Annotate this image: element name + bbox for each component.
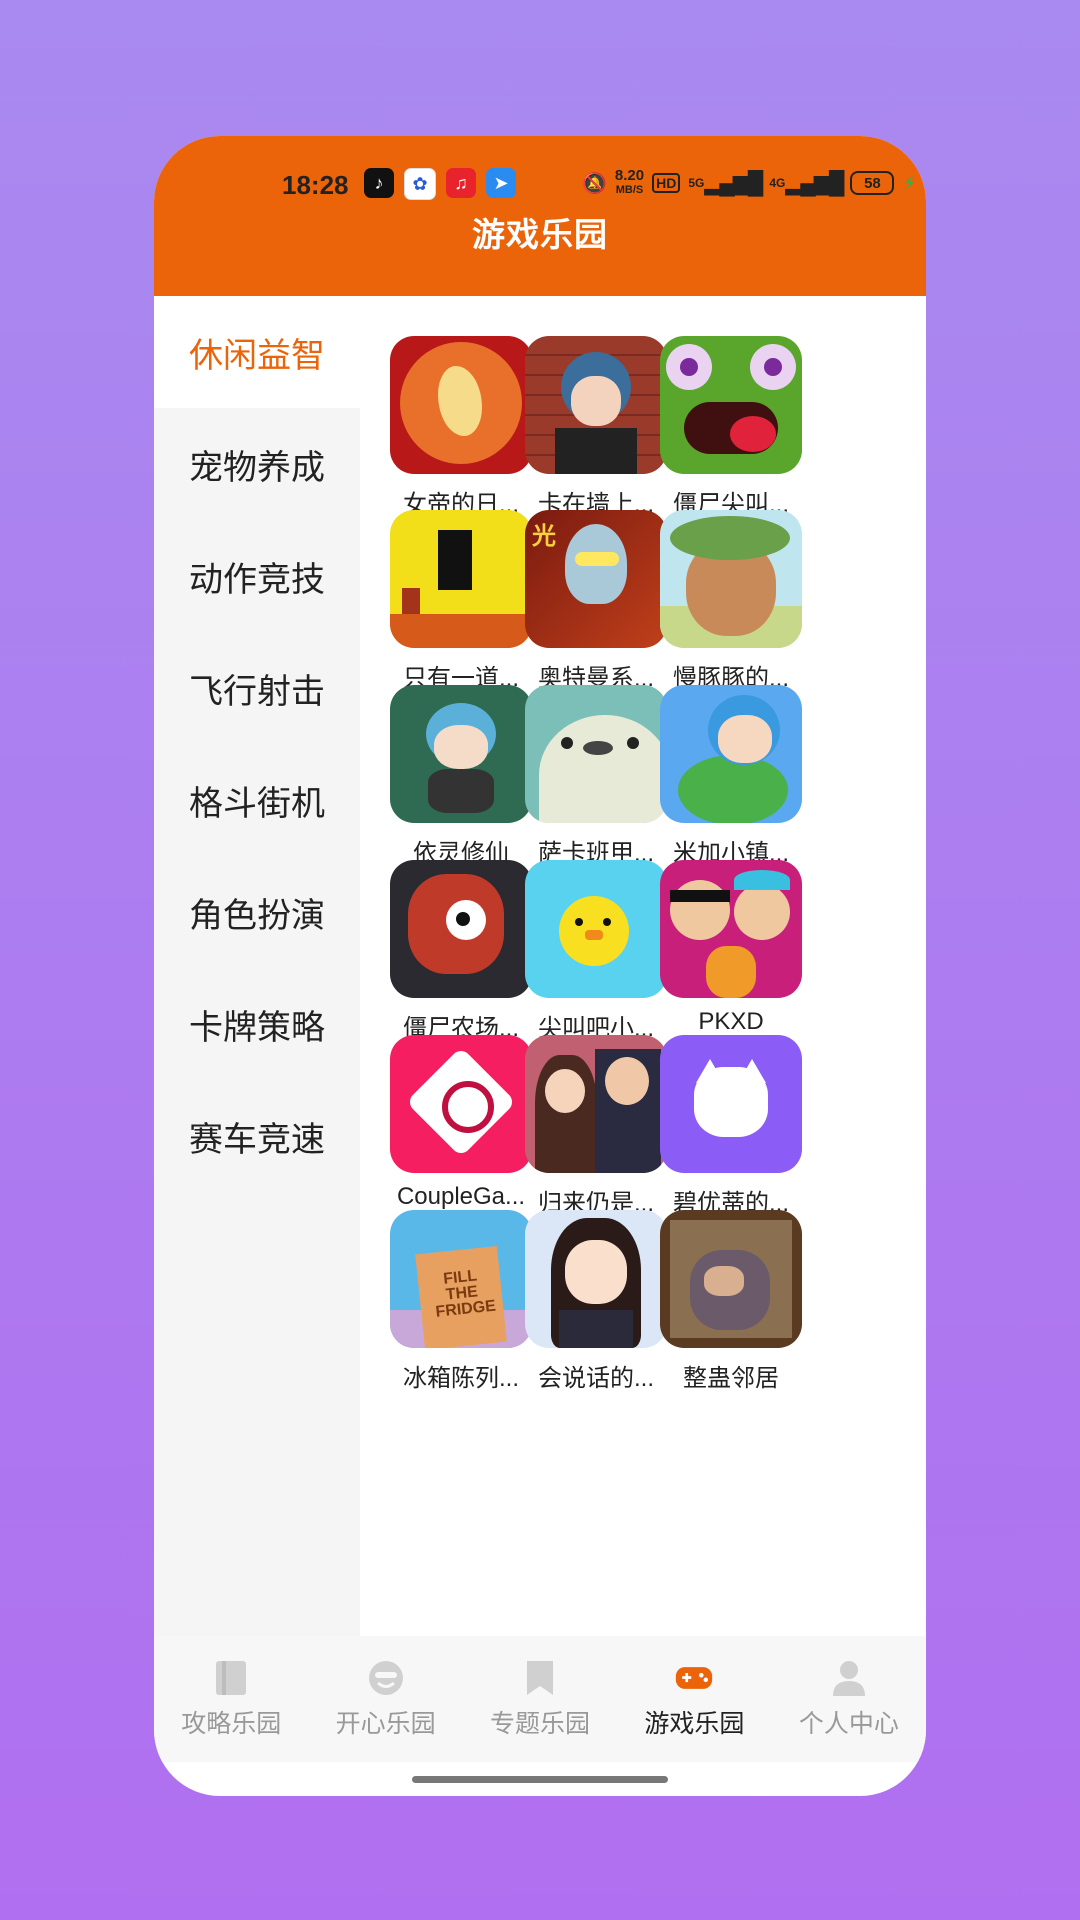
tab-bookmark[interactable]: 专题乐园 <box>463 1636 617 1762</box>
navigation-icon: ➤ <box>486 168 516 198</box>
status-indicators: 🔕 8.20 MB/S HD 5G ▂▄▆█ 4G ▂▄▆█ 58 ⚡ <box>582 168 916 198</box>
game-tile[interactable]: 卡在墙上... <box>521 336 671 519</box>
tab-label: 个人中心 <box>798 1710 899 1738</box>
game-tile[interactable]: 会说话的... <box>521 1210 671 1393</box>
hd-badge: HD <box>652 173 681 193</box>
game-tile[interactable]: 归来仍是... <box>521 1035 671 1218</box>
tab-book[interactable]: 攻略乐园 <box>154 1636 308 1762</box>
home-indicator[interactable] <box>412 1776 668 1783</box>
game-icon[interactable] <box>390 336 532 474</box>
game-icon[interactable] <box>390 1035 532 1173</box>
game-tile[interactable]: 女帝的日... <box>386 336 536 519</box>
game-tile[interactable]: 米加小镇... <box>656 685 806 868</box>
music-icon: ♫ <box>446 168 476 198</box>
game-tile[interactable]: 依灵修仙 <box>386 685 536 868</box>
page-title: 游戏乐园 <box>472 216 608 253</box>
game-tile[interactable]: 僵尸尖叫... <box>656 336 806 519</box>
game-icon[interactable] <box>525 1210 667 1348</box>
sidebar-item[interactable]: 飞行射击 <box>154 632 360 744</box>
game-tile[interactable]: CoupleGa... <box>386 1035 536 1211</box>
game-tile[interactable]: 只有一道... <box>386 510 536 693</box>
game-icon[interactable] <box>660 1210 802 1348</box>
smile-icon <box>366 1658 406 1698</box>
sidebar-item[interactable]: 动作竞技 <box>154 520 360 632</box>
game-icon[interactable] <box>660 685 802 823</box>
game-icon[interactable] <box>525 1035 667 1173</box>
tab-gamepad[interactable]: 游戏乐园 <box>617 1636 771 1762</box>
battery-indicator: 58 <box>850 171 895 195</box>
tab-label: 攻略乐园 <box>181 1710 282 1738</box>
tab-smile[interactable]: 开心乐园 <box>308 1636 462 1762</box>
game-label: 会说话的... <box>537 1365 654 1392</box>
game-tile[interactable]: 碧优蒂的... <box>656 1035 806 1218</box>
tab-person[interactable]: 个人中心 <box>772 1636 926 1762</box>
game-icon[interactable] <box>525 685 667 823</box>
game-label: 冰箱陈列... <box>402 1365 519 1392</box>
game-tile[interactable]: 萨卡班甲... <box>521 685 671 868</box>
game-icon[interactable] <box>660 336 802 474</box>
game-tile[interactable]: FILL THE FRIDGE 冰箱陈列... <box>386 1210 536 1393</box>
game-tile[interactable]: 慢豚豚的... <box>656 510 806 693</box>
sidebar-item[interactable]: 格斗街机 <box>154 744 360 856</box>
tab-label: 专题乐园 <box>490 1710 591 1738</box>
sidebar-item[interactable]: 卡牌策略 <box>154 968 360 1080</box>
signal-bars-icon: ▂▄▆█ <box>704 170 763 195</box>
book-icon <box>211 1658 251 1698</box>
game-tile[interactable]: PKXD <box>656 860 806 1036</box>
charging-icon: ⚡ <box>902 172 917 195</box>
game-tile[interactable]: 整蛊邻居 <box>656 1210 806 1393</box>
status-app-icons: ♪ ✿ ♫ ➤ <box>364 168 516 200</box>
game-icon[interactable] <box>390 510 532 648</box>
game-icon[interactable] <box>660 1035 802 1173</box>
header-bar: 18:28 ♪ ✿ ♫ ➤ 🔕 8.20 MB/S HD 5G ▂▄▆█ 4G … <box>154 136 926 296</box>
tiktok-icon: ♪ <box>364 168 394 198</box>
bottom-tab-bar: 攻略乐园 开心乐园 专题乐园 游戏乐园 个人中心 <box>154 1636 926 1762</box>
net-speed: 8.20 MB/S <box>614 167 645 196</box>
game-icon[interactable] <box>525 860 667 998</box>
mute-icon: 🔕 <box>582 172 607 195</box>
phone-frame: 18:28 ♪ ✿ ♫ ➤ 🔕 8.20 MB/S HD 5G ▂▄▆█ 4G … <box>154 136 926 1796</box>
game-tile[interactable]: 尖叫吧小... <box>521 860 671 1043</box>
game-label: 整蛊邻居 <box>683 1365 779 1392</box>
game-tile[interactable]: 光奥特曼系... <box>521 510 671 693</box>
game-icon[interactable]: 光 <box>525 510 667 648</box>
signal-4g: 4G ▂▄▆█ <box>769 170 844 195</box>
game-icon[interactable]: FILL THE FRIDGE <box>390 1210 532 1348</box>
sidebar-item[interactable]: 休闲益智 <box>154 296 360 408</box>
sidebar-item[interactable]: 宠物养成 <box>154 408 360 520</box>
game-grid: 女帝的日... 卡在墙上... 僵尸尖叫... 只有一道... 光奥特曼系... 慢豚豚的… <box>360 296 926 1636</box>
tab-label: 游戏乐园 <box>644 1710 745 1738</box>
game-label: CoupleGa... <box>396 1183 526 1210</box>
bookmark-icon <box>520 1658 560 1698</box>
signal-bars-icon: ▂▄▆█ <box>785 170 844 195</box>
signal-5g: 5G ▂▄▆█ <box>688 170 763 195</box>
game-icon[interactable] <box>525 336 667 474</box>
category-sidebar: 休闲益智 宠物养成 动作竞技 飞行射击 格斗街机 角色扮演 卡牌策略 赛车竞速 <box>154 296 360 1636</box>
game-icon[interactable] <box>390 685 532 823</box>
baidu-icon: ✿ <box>404 168 436 200</box>
game-icon[interactable] <box>390 860 532 998</box>
status-bar: 18:28 ♪ ✿ ♫ ➤ 🔕 8.20 MB/S HD 5G ▂▄▆█ 4G … <box>154 162 926 206</box>
game-label: PKXD <box>698 1008 764 1035</box>
tab-label: 开心乐园 <box>335 1710 436 1738</box>
person-icon <box>829 1658 869 1698</box>
gamepad-icon <box>674 1658 714 1698</box>
sidebar-item[interactable]: 角色扮演 <box>154 856 360 968</box>
sidebar-item[interactable]: 赛车竞速 <box>154 1080 360 1192</box>
game-icon[interactable] <box>660 860 802 998</box>
status-time: 18:28 <box>282 170 349 200</box>
game-tile[interactable]: 僵尸农场... <box>386 860 536 1043</box>
game-icon[interactable] <box>660 510 802 648</box>
